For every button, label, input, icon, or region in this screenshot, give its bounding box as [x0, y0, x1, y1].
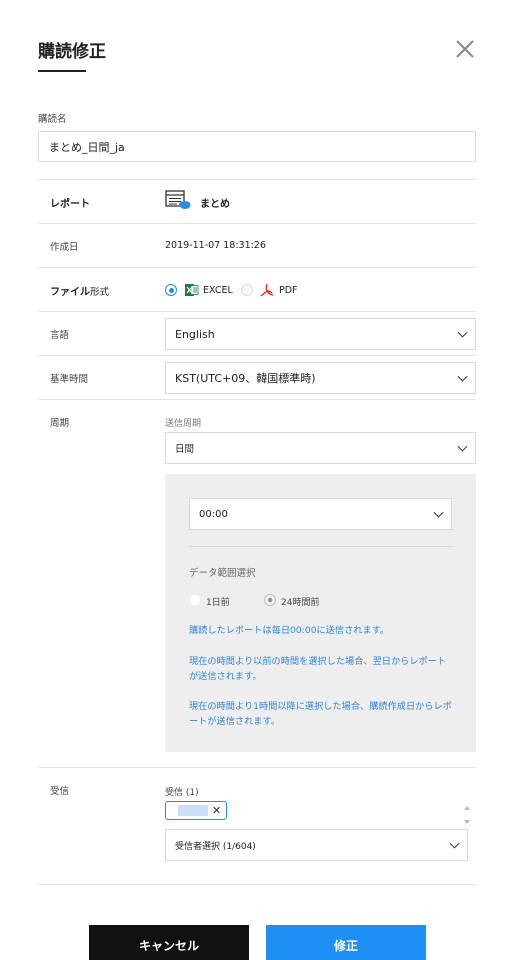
- submit-button[interactable]: 修正: [266, 925, 426, 960]
- title-underline: [38, 70, 86, 72]
- scrollbar[interactable]: [461, 803, 473, 827]
- file-format-label-bold: ファイル: [50, 287, 90, 298]
- subscription-name-input[interactable]: まとめ_日間_ja: [38, 131, 476, 162]
- cycle-value: 日間: [175, 444, 195, 455]
- timezone-label: 基準時間: [50, 374, 89, 385]
- excel-radio[interactable]: [165, 284, 177, 296]
- created-date-value: 2019-11-07 18:31:26: [165, 240, 266, 251]
- language-value: English: [175, 327, 215, 341]
- recipient-select[interactable]: 受信者選択 (1/604): [165, 829, 468, 861]
- report-name: まとめ: [200, 199, 230, 210]
- time-select[interactable]: 00:00: [189, 498, 452, 530]
- timezone-select[interactable]: KST(UTC+09、韓国標準時): [165, 362, 476, 394]
- recipient-tag-name: [178, 805, 208, 816]
- divider: [38, 179, 476, 180]
- excel-option-label: EXCEL: [203, 285, 233, 296]
- divider: [38, 311, 476, 312]
- info-text: 購読したレポートは毎日00:00に送信されます。: [189, 625, 390, 636]
- language-select[interactable]: English: [165, 318, 476, 350]
- chevron-down-icon: [457, 327, 468, 338]
- chevron-down-icon: [457, 441, 468, 452]
- created-date-label: 作成日: [50, 242, 79, 253]
- info-text: 現在の時間より以前の時間を選択した場合、翌日からレポートが送信されます。: [189, 656, 447, 682]
- divider: [38, 884, 476, 885]
- chevron-down-icon: [457, 371, 468, 382]
- divider: [38, 267, 476, 268]
- excel-icon: [185, 283, 199, 297]
- range-1day-label: 1日前: [206, 598, 230, 608]
- recipient-tag[interactable]: ✕: [165, 801, 227, 820]
- subscription-name-label: 購読名: [38, 114, 67, 125]
- range-24h-radio[interactable]: [264, 594, 276, 606]
- data-range-label: データ範囲選択: [189, 568, 256, 579]
- info-text: 現在の時間より1時間以降に選択した場合、購読作成日からレポートが送信されます。: [189, 701, 452, 727]
- dialog-title: 購読修正: [38, 42, 106, 62]
- divider: [38, 399, 476, 400]
- divider: [38, 355, 476, 356]
- cycle-label: 送信周期: [165, 419, 202, 429]
- range-24h-label: 24時間前: [281, 598, 320, 608]
- language-label: 言語: [50, 330, 70, 341]
- pdf-radio[interactable]: [241, 284, 253, 296]
- chevron-down-icon: [449, 838, 460, 849]
- cancel-button[interactable]: キャンセル: [89, 925, 249, 960]
- recipient-count-label: 受信 (1): [165, 788, 199, 798]
- report-icon: [165, 190, 191, 210]
- divider: [38, 767, 476, 768]
- report-label: レポート: [50, 199, 90, 210]
- time-value: 00:00: [199, 508, 228, 520]
- close-icon[interactable]: ✕: [212, 803, 221, 818]
- divider: [38, 223, 476, 224]
- recipient-label: 受信: [50, 786, 70, 797]
- file-format-label: ファイル形式: [50, 283, 109, 298]
- pdf-option-label: PDF: [279, 285, 298, 296]
- recipient-select-value: 受信者選択 (1/604): [175, 841, 256, 852]
- subscription-name-value: まとめ_日間_ja: [49, 140, 125, 154]
- cycle-select[interactable]: 日間: [165, 432, 476, 464]
- pdf-icon: [260, 283, 274, 297]
- period-label: 周期: [50, 418, 70, 429]
- close-icon[interactable]: [452, 36, 478, 62]
- panel-divider: [189, 546, 452, 547]
- range-1day-radio[interactable]: [189, 594, 201, 606]
- timezone-value: KST(UTC+09、韓国標準時): [175, 372, 316, 385]
- file-format-label-rest: 形式: [90, 287, 110, 298]
- chevron-down-icon: [433, 507, 444, 518]
